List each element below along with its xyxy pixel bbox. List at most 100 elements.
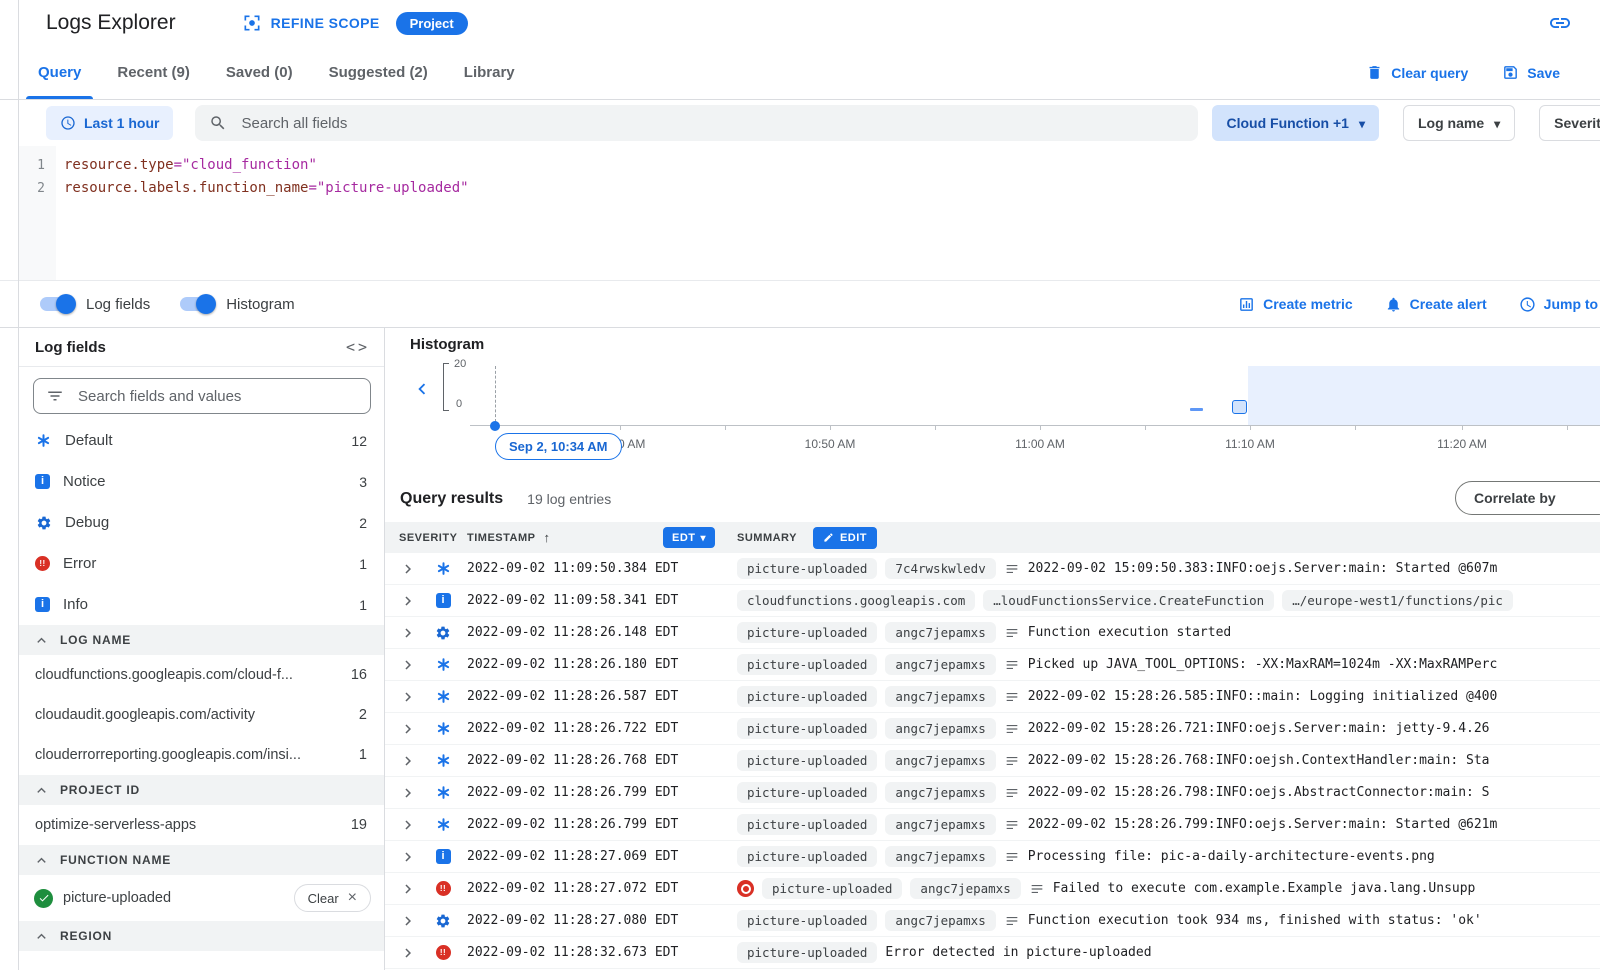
expand-row-icon[interactable] bbox=[385, 880, 419, 898]
project-id-item[interactable]: optimize-serverless-apps 19 bbox=[18, 805, 384, 845]
refine-scope-button[interactable]: REFINE SCOPE bbox=[242, 13, 380, 33]
summary-chip[interactable]: picture-uploaded bbox=[762, 878, 902, 899]
editor-line[interactable]: 1 resource.type="cloud_function" bbox=[18, 154, 1600, 177]
summary-chip[interactable]: picture-uploaded bbox=[737, 846, 877, 867]
expand-row-icon[interactable] bbox=[385, 784, 419, 802]
log-name-item[interactable]: clouderrorreporting.googleapis.com/insi.… bbox=[18, 735, 384, 775]
summary-chip[interactable]: picture-uploaded bbox=[737, 558, 877, 579]
tab[interactable]: Library bbox=[446, 46, 533, 99]
timezone-chip[interactable]: EDT bbox=[663, 527, 715, 548]
section-log-name[interactable]: LOG NAME bbox=[18, 625, 384, 655]
summary-chip[interactable]: picture-uploaded bbox=[737, 654, 877, 675]
summary-chip[interactable]: …loudFunctionsService.CreateFunction bbox=[983, 590, 1274, 611]
histogram-scroll-left-icon[interactable] bbox=[411, 378, 433, 400]
correlate-button[interactable]: Correlate by bbox=[1455, 481, 1600, 515]
log-name-item[interactable]: cloudfunctions.googleapis.com/cloud-f...… bbox=[18, 655, 384, 695]
expand-row-icon[interactable] bbox=[385, 560, 419, 578]
severity-filter-item[interactable]: Info 1 bbox=[18, 584, 384, 625]
summary-chip[interactable]: cloudfunctions.googleapis.com bbox=[737, 590, 975, 611]
log-entry-row[interactable]: 2022-09-02 11:28:26.799 EDT picture-uplo… bbox=[385, 809, 1600, 841]
clear-filter-button[interactable]: Clear bbox=[294, 884, 371, 912]
log-entry-row[interactable]: 2022-09-02 11:28:26.180 EDT picture-uplo… bbox=[385, 649, 1600, 681]
sort-ascending-icon[interactable] bbox=[543, 530, 550, 545]
summary-chip[interactable]: …/europe-west1/functions/pic bbox=[1282, 590, 1513, 611]
log-entry-row[interactable]: 2022-09-02 11:28:26.148 EDT picture-uplo… bbox=[385, 617, 1600, 649]
save-button[interactable]: Save bbox=[1502, 64, 1560, 81]
jump-to-now-button[interactable]: Jump to now bbox=[1519, 296, 1600, 313]
log-entry-row[interactable]: 2022-09-02 11:28:32.673 EDT picture-uplo… bbox=[385, 937, 1600, 969]
log-entry-row[interactable]: 2022-09-02 11:28:27.069 EDT picture-uplo… bbox=[385, 841, 1600, 873]
severity-filter-item[interactable]: Debug 2 bbox=[18, 502, 384, 543]
histogram-selected-range[interactable] bbox=[1248, 366, 1600, 425]
summary-chip[interactable]: angc7jepamxs bbox=[885, 750, 995, 771]
log-entry-row[interactable]: 2022-09-02 11:28:27.072 EDT picture-uplo… bbox=[385, 873, 1600, 905]
clear-query-button[interactable]: Clear query bbox=[1366, 64, 1468, 81]
fields-search[interactable] bbox=[33, 378, 371, 414]
section-project-id[interactable]: PROJECT ID bbox=[18, 775, 384, 805]
expand-row-icon[interactable] bbox=[385, 592, 419, 610]
summary-chip[interactable]: angc7jepamxs bbox=[885, 654, 995, 675]
expand-row-icon[interactable] bbox=[385, 656, 419, 674]
expand-row-icon[interactable] bbox=[385, 912, 419, 930]
log-entry-row[interactable]: 2022-09-02 11:28:26.799 EDT picture-uplo… bbox=[385, 777, 1600, 809]
edit-summary-button[interactable]: EDIT bbox=[813, 527, 877, 549]
log-entry-row[interactable]: 2022-09-02 11:28:26.768 EDT picture-uplo… bbox=[385, 745, 1600, 777]
create-alert-button[interactable]: Create alert bbox=[1385, 296, 1487, 313]
summary-chip[interactable]: picture-uploaded bbox=[737, 782, 877, 803]
share-link-icon[interactable] bbox=[1548, 11, 1572, 35]
search-all-fields[interactable] bbox=[195, 105, 1198, 141]
time-range-button[interactable]: Last 1 hour bbox=[46, 106, 173, 140]
log-entry-row[interactable]: 2022-09-02 11:28:27.080 EDT picture-uplo… bbox=[385, 905, 1600, 937]
scope-project-badge[interactable]: Project bbox=[396, 12, 468, 35]
severity-filter-item[interactable]: Default 12 bbox=[18, 420, 384, 461]
expand-row-icon[interactable] bbox=[385, 848, 419, 866]
expand-row-icon[interactable] bbox=[385, 752, 419, 770]
tab[interactable]: Recent (9) bbox=[99, 46, 208, 99]
summary-chip[interactable]: angc7jepamxs bbox=[885, 910, 995, 931]
summary-chip[interactable]: picture-uploaded bbox=[737, 718, 877, 739]
summary-chip[interactable]: angc7jepamxs bbox=[910, 878, 1020, 899]
summary-chip[interactable]: angc7jepamxs bbox=[885, 846, 995, 867]
filter-chip[interactable]: Log name bbox=[1403, 105, 1515, 141]
log-entry-row[interactable]: 2022-09-02 11:28:26.587 EDT picture-uplo… bbox=[385, 681, 1600, 713]
tab[interactable]: Query bbox=[20, 46, 99, 99]
expand-row-icon[interactable] bbox=[385, 816, 419, 834]
summary-chip[interactable]: picture-uploaded bbox=[737, 910, 877, 931]
filter-chip[interactable]: Cloud Function +1 bbox=[1212, 105, 1379, 141]
expand-row-icon[interactable] bbox=[385, 944, 419, 962]
summary-chip[interactable]: picture-uploaded bbox=[737, 750, 877, 771]
log-entry-row[interactable]: 2022-09-02 11:09:58.341 EDT cloudfunctio… bbox=[385, 585, 1600, 617]
log-entry-row[interactable]: 2022-09-02 11:28:26.722 EDT picture-uplo… bbox=[385, 713, 1600, 745]
severity-filter-item[interactable]: Notice 3 bbox=[18, 461, 384, 502]
tab[interactable]: Suggested (2) bbox=[311, 46, 446, 99]
summary-chip[interactable]: angc7jepamxs bbox=[885, 814, 995, 835]
filter-chip[interactable]: Severity bbox=[1539, 105, 1600, 141]
section-function-name[interactable]: FUNCTION NAME bbox=[18, 845, 384, 875]
search-input[interactable] bbox=[239, 114, 1184, 133]
function-name-selected[interactable]: picture-uploaded Clear bbox=[18, 875, 384, 921]
log-entry-row[interactable]: 2022-09-02 11:09:50.384 EDT picture-uplo… bbox=[385, 553, 1600, 585]
histogram-toggle[interactable] bbox=[180, 297, 214, 311]
summary-chip[interactable]: picture-uploaded bbox=[737, 686, 877, 707]
summary-chip[interactable]: angc7jepamxs bbox=[885, 622, 995, 643]
summary-chip[interactable]: angc7jepamxs bbox=[885, 718, 995, 739]
summary-chip[interactable]: picture-uploaded bbox=[737, 622, 877, 643]
log-name-item[interactable]: cloudaudit.googleapis.com/activity 2 bbox=[18, 695, 384, 735]
expand-row-icon[interactable] bbox=[385, 688, 419, 706]
summary-chip[interactable]: angc7jepamxs bbox=[885, 782, 995, 803]
section-region[interactable]: REGION bbox=[18, 921, 384, 951]
editor-line[interactable]: 2 resource.labels.function_name="picture… bbox=[18, 177, 1600, 200]
expand-row-icon[interactable] bbox=[385, 624, 419, 642]
tab[interactable]: Saved (0) bbox=[208, 46, 311, 99]
column-timestamp[interactable]: TIMESTAMP bbox=[467, 532, 535, 544]
summary-chip[interactable]: picture-uploaded bbox=[737, 942, 877, 963]
collapse-panel-icon[interactable] bbox=[346, 338, 370, 356]
summary-chip[interactable]: 7c4rwskwledv bbox=[885, 558, 995, 579]
summary-chip[interactable]: picture-uploaded bbox=[737, 814, 877, 835]
create-metric-button[interactable]: Create metric bbox=[1238, 296, 1353, 313]
log-fields-toggle[interactable] bbox=[40, 297, 74, 311]
fields-search-input[interactable] bbox=[76, 387, 358, 406]
summary-chip[interactable]: angc7jepamxs bbox=[885, 686, 995, 707]
query-editor[interactable]: 1 resource.type="cloud_function" 2 resou… bbox=[0, 146, 1600, 280]
expand-row-icon[interactable] bbox=[385, 720, 419, 738]
